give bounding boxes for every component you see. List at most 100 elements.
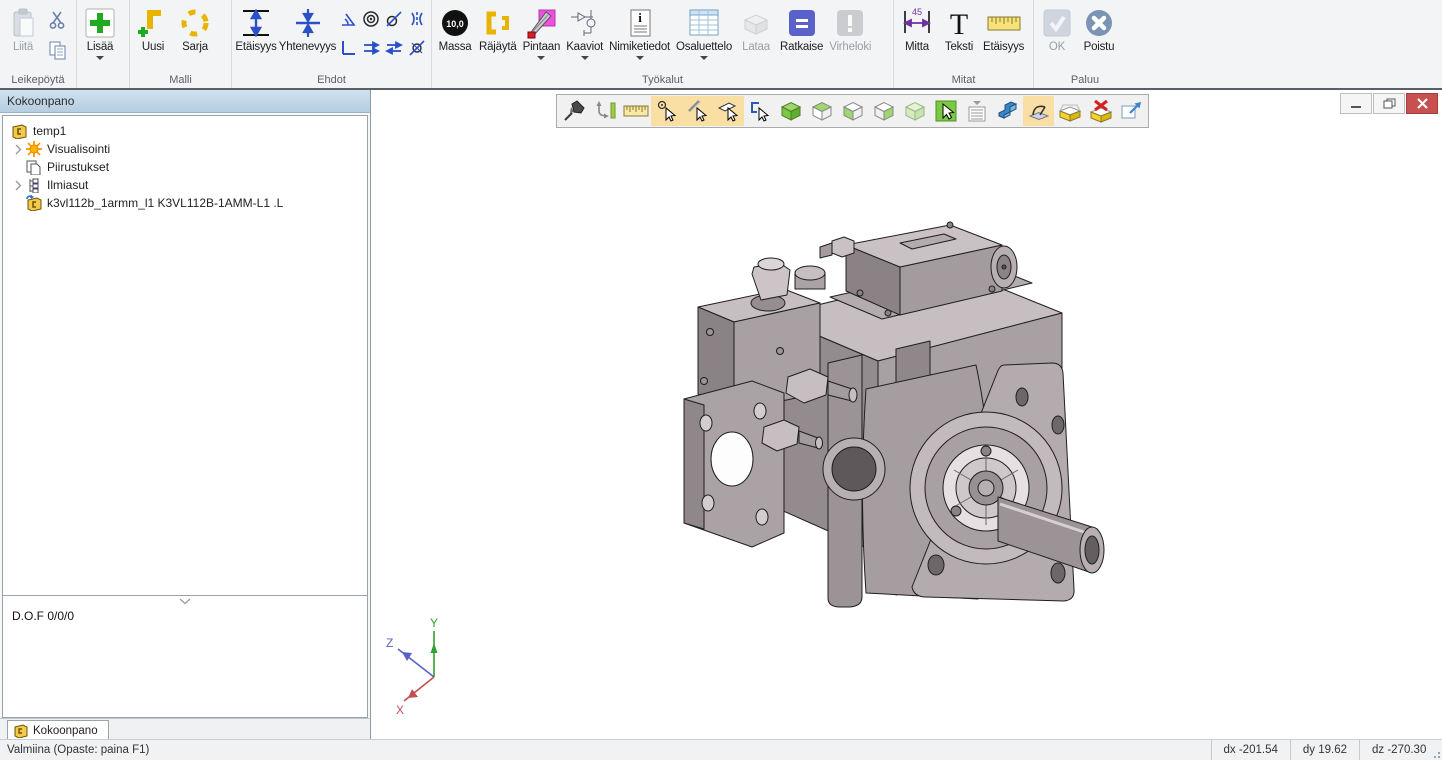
series-button[interactable]: Sarja — [174, 2, 216, 54]
tab-assembly[interactable]: Kokoonpano — [7, 720, 109, 740]
tree-item-configurations[interactable]: Ilmiasut — [3, 176, 367, 194]
configurations-icon — [25, 177, 42, 193]
add-menu-arrow[interactable] — [96, 56, 104, 60]
no-tangent-constraint-button[interactable] — [406, 37, 428, 59]
text-button[interactable]: T Teksti — [938, 2, 980, 54]
explode-button[interactable]: Räjäytä — [476, 2, 520, 54]
pump-3d-model[interactable] — [660, 201, 1120, 641]
sketch-plane-icon[interactable] — [1023, 96, 1054, 126]
opposite-constraint-button[interactable] — [383, 37, 405, 59]
snap-face-icon[interactable] — [713, 96, 744, 126]
solve-button[interactable]: Ratkaise — [777, 2, 826, 54]
mass-button[interactable]: 10,0 Massa — [434, 2, 476, 54]
tangent-constraint-button[interactable] — [383, 8, 405, 30]
svg-text:i: i — [638, 10, 642, 25]
dimension-button[interactable]: 45 Mitta — [896, 2, 938, 54]
snap-center-icon[interactable] — [651, 96, 682, 126]
tree-item-visualization[interactable]: Visualisointi — [3, 140, 367, 158]
dof-panel: D.O.F 0/0/0 — [2, 596, 368, 718]
to-surface-button[interactable]: Pintaan — [520, 2, 564, 60]
symmetry-constraint-button[interactable] — [406, 8, 428, 30]
schematics-button[interactable]: Kaaviot — [563, 2, 606, 60]
visualization-icon — [25, 141, 42, 157]
add-button[interactable]: Lisää — [79, 2, 121, 60]
tangent-constraint-icon — [385, 10, 403, 28]
coordinate-measure-icon[interactable] — [589, 96, 620, 126]
z-axis-label: Z — [386, 636, 393, 650]
delete-box-icon[interactable] — [1085, 96, 1116, 126]
assembly-panel: Kokoonpano temp1 Visualisointi Piirustuk… — [0, 90, 371, 740]
cube-top-face-icon[interactable] — [806, 96, 837, 126]
pick-part-icon[interactable] — [744, 96, 775, 126]
parts-list-button[interactable]: Osaluettelo — [673, 2, 735, 60]
cube-front-face-icon[interactable] — [837, 96, 868, 126]
profile-icon[interactable] — [992, 96, 1023, 126]
add-icon — [84, 5, 116, 41]
text-icon: T — [943, 5, 975, 41]
mass-icon: 10,0 — [439, 5, 471, 41]
tree-item-root[interactable]: temp1 — [3, 122, 367, 140]
tree-item-drawings[interactable]: Piirustukset — [3, 158, 367, 176]
chevron-right-icon[interactable] — [11, 144, 25, 155]
cube-solid-icon[interactable] — [775, 96, 806, 126]
parallel-constraint-button[interactable] — [360, 37, 382, 59]
ok-button[interactable]: OK — [1036, 2, 1078, 54]
model-viewport[interactable]: Y Z X — [372, 90, 1442, 740]
parallel-constraint-icon — [362, 39, 380, 57]
new-model-button[interactable]: Uusi — [132, 2, 174, 54]
paste-icon — [7, 5, 39, 41]
exit-button[interactable]: Poistu — [1078, 2, 1120, 54]
collapse-chevron-icon[interactable] — [179, 598, 191, 605]
to-surface-icon — [525, 5, 557, 41]
ruler-icon[interactable] — [620, 96, 651, 126]
ribbon-group-return: OK Poistu Paluu — [1034, 0, 1136, 88]
coincident-constraint-icon — [291, 5, 325, 41]
cut-icon — [48, 10, 68, 30]
cube-transparent-icon[interactable] — [899, 96, 930, 126]
x-axis-label: X — [396, 703, 404, 715]
coincident-constraint-button[interactable]: Yhtenevyys — [278, 2, 337, 54]
component-icon — [25, 195, 42, 211]
resize-grip[interactable] — [1430, 740, 1442, 760]
pick-solid-icon[interactable] — [930, 96, 961, 126]
panel-header: Kokoonpano — [0, 90, 370, 113]
distance-constraint-icon — [239, 5, 273, 41]
feature-list-icon[interactable] — [961, 96, 992, 126]
snap-edge-icon[interactable] — [682, 96, 713, 126]
opposite-constraint-icon — [385, 39, 403, 57]
cube-side-face-icon[interactable] — [868, 96, 899, 126]
item-data-button[interactable]: i Nimiketiedot — [606, 2, 673, 60]
copy-button[interactable] — [46, 38, 70, 62]
tree-item-component[interactable]: k3vl112b_1armm_l1 K3VL112B-1AMM-L1 .L — [3, 194, 367, 212]
ribbon-group-tools: 10,0 Massa Räjäytä Pintaan Kaaviot — [432, 0, 894, 88]
restore-button[interactable] — [1373, 93, 1405, 114]
material-box-icon[interactable] — [1054, 96, 1085, 126]
close-button[interactable] — [1406, 93, 1438, 114]
error-log-button[interactable]: Virheloki — [826, 2, 874, 54]
status-dz: dz -270.30 — [1359, 740, 1430, 760]
minimize-button[interactable] — [1340, 93, 1372, 114]
ruler-icon — [986, 5, 1022, 41]
ribbon: Liitä Leikepöytä Lisää Uusi — [0, 0, 1442, 90]
concentric-constraint-icon — [362, 10, 380, 28]
copy-icon — [48, 40, 68, 60]
pushpin-icon[interactable] — [558, 96, 589, 126]
y-axis-label: Y — [430, 616, 438, 630]
load-button[interactable]: Lataa — [735, 2, 777, 54]
angle-constraint-button[interactable] — [337, 8, 359, 30]
chevron-right-icon[interactable] — [11, 180, 25, 191]
export-view-icon[interactable] — [1116, 96, 1147, 126]
distance-constraint-button[interactable]: Etäisyys — [234, 2, 278, 54]
cut-button[interactable] — [46, 8, 70, 32]
ribbon-group-constraints: Etäisyys Yhtenevyys Ehdot — [232, 0, 432, 88]
ribbon-group-model: Uusi Sarja Malli — [130, 0, 232, 88]
concentric-constraint-button[interactable] — [360, 8, 382, 30]
paste-label: Liitä — [13, 41, 33, 54]
no-tangent-constraint-icon — [408, 39, 426, 57]
symmetry-constraint-icon — [408, 10, 426, 28]
parts-list-icon — [687, 5, 721, 41]
assembly-icon — [11, 123, 28, 139]
measure-distance-button[interactable]: Etäisyys — [980, 2, 1027, 54]
perpendicular-constraint-button[interactable] — [337, 37, 359, 59]
paste-button[interactable]: Liitä — [2, 2, 44, 54]
